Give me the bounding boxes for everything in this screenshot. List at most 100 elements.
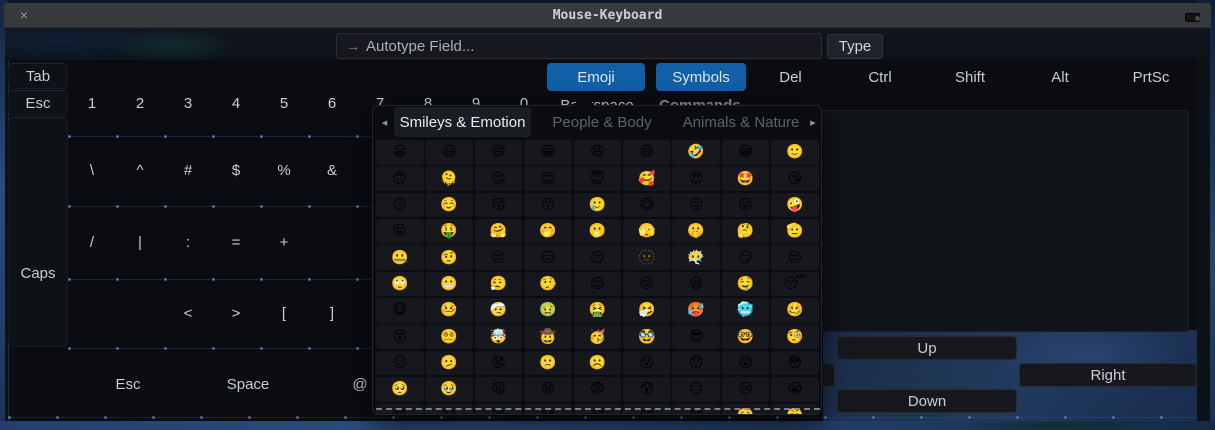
emoji-cell[interactable]: 🥲: [574, 193, 622, 218]
key-prtsc[interactable]: PrtSc: [1105, 63, 1197, 91]
emoji-cell[interactable]: 😑: [524, 245, 572, 270]
emoji-cell[interactable]: 😶: [574, 245, 622, 270]
emoji-cell[interactable]: 🤠: [524, 324, 572, 349]
emoji-cell[interactable]: 😳: [771, 351, 819, 376]
emoji-cell[interactable]: 🤐: [376, 245, 424, 270]
key-plus[interactable]: +: [260, 229, 308, 255]
emoji-cell[interactable]: 😲: [722, 351, 770, 376]
emoji-cell[interactable]: 🤢: [524, 298, 572, 323]
emoji-cell[interactable]: 🥶: [722, 298, 770, 323]
key-hash[interactable]: #: [164, 157, 212, 183]
tab-smileys-emotion[interactable]: Smileys & Emotion: [394, 107, 531, 137]
emoji-cell[interactable]: 🥸: [623, 324, 671, 349]
emoji-cell[interactable]: 😭: [771, 377, 819, 402]
emoji-cell[interactable]: 🤨: [425, 245, 473, 270]
emoji-cell[interactable]: 🤒: [425, 298, 473, 323]
emoji-cell[interactable]: 😶‍🌫️: [672, 245, 720, 270]
emoji-cell[interactable]: 🤩: [722, 166, 770, 191]
tab-people-body[interactable]: People & Body: [533, 107, 671, 137]
emoji-cell[interactable]: 😋: [623, 193, 671, 218]
key-pipe[interactable]: |: [116, 229, 164, 255]
emoji-cell[interactable]: 😁: [524, 140, 572, 165]
emoji-cell[interactable]: 😟: [475, 351, 523, 376]
emoji-cell[interactable]: 😦: [475, 377, 523, 402]
key-ampersand[interactable]: &: [308, 157, 356, 183]
emoji-cell[interactable]: 😙: [524, 193, 572, 218]
emoji-cell[interactable]: 😥: [672, 377, 720, 402]
emoji-cell[interactable]: 😏: [722, 245, 770, 270]
emoji-cell[interactable]: 😜: [722, 193, 770, 218]
emoji-cell[interactable]: 😉: [475, 166, 523, 191]
emoji-cell[interactable]: 😷: [376, 298, 424, 323]
emoji-cell[interactable]: 😪: [672, 272, 720, 297]
emoji-cell[interactable]: 😰: [623, 377, 671, 402]
emoji-cell[interactable]: 🥺: [376, 377, 424, 402]
emoji-cell[interactable]: 😵‍💫: [425, 324, 473, 349]
emoji-cell[interactable]: 🙁: [524, 351, 572, 376]
emoji-cell[interactable]: 😔: [623, 272, 671, 297]
key-backslash[interactable]: \: [68, 157, 116, 183]
up-button[interactable]: Up: [837, 336, 1017, 360]
emoji-cell[interactable]: 😇: [574, 166, 622, 191]
key-shift[interactable]: Shift: [925, 63, 1015, 91]
emoji-cell[interactable]: 🤪: [771, 193, 819, 218]
emoji-cell[interactable]: 😴: [771, 272, 819, 297]
emoji-cell[interactable]: 😅: [623, 140, 671, 165]
emoji-cell[interactable]: 🧐: [771, 324, 819, 349]
key-2[interactable]: 2: [116, 90, 164, 116]
key-less-than[interactable]: <: [164, 300, 212, 326]
emoji-cell[interactable]: 🙂: [771, 140, 819, 165]
emoji-tabs-prev-icon[interactable]: ◂: [377, 109, 392, 135]
emoji-cell[interactable]: 😎: [672, 324, 720, 349]
key-colon[interactable]: :: [164, 229, 212, 255]
emoji-cell[interactable]: 🫢: [574, 219, 622, 244]
emoji-cell[interactable]: 😘: [771, 166, 819, 191]
emoji-cell[interactable]: 🤣: [672, 140, 720, 165]
emoji-cell[interactable]: 🤫: [672, 219, 720, 244]
right-button[interactable]: Right: [1019, 363, 1197, 387]
emoji-cell[interactable]: 😢: [722, 377, 770, 402]
emoji-cell[interactable]: 🤗: [475, 219, 523, 244]
emoji-cell[interactable]: 😆: [574, 140, 622, 165]
emoji-cell[interactable]: 😌: [574, 272, 622, 297]
key-greater-than[interactable]: >: [212, 300, 260, 326]
emoji-cell[interactable]: 🫠: [425, 166, 473, 191]
emoji-cell[interactable]: 😮‍💨: [475, 272, 523, 297]
emoji-cell[interactable]: 😗: [376, 193, 424, 218]
emoji-cell[interactable]: ☹️: [574, 351, 622, 376]
emoji-cell[interactable]: 😂: [722, 140, 770, 165]
key-space[interactable]: Space: [188, 371, 308, 397]
key-5[interactable]: 5: [260, 90, 308, 116]
emoji-cell[interactable]: 😃: [425, 140, 473, 165]
emoji-cell[interactable]: 🤑: [425, 219, 473, 244]
emoji-tabs-next-icon[interactable]: ▸: [806, 109, 820, 135]
titlebar[interactable]: × Mouse-Keyboard: [4, 3, 1211, 28]
emoji-cell[interactable]: 🤕: [475, 298, 523, 323]
key-1[interactable]: 1: [68, 90, 116, 116]
emoji-cell[interactable]: 🤤: [722, 272, 770, 297]
key-tab[interactable]: Tab: [8, 63, 68, 89]
key-equals[interactable]: =: [212, 229, 260, 255]
emoji-cell[interactable]: 🥳: [574, 324, 622, 349]
emoji-cell[interactable]: 😛: [672, 193, 720, 218]
emoji-button[interactable]: Emoji: [547, 63, 645, 91]
emoji-cell[interactable]: 😮: [623, 351, 671, 376]
emoji-cell[interactable]: 🤯: [475, 324, 523, 349]
emoji-cell[interactable]: 😐: [475, 245, 523, 270]
emoji-cell[interactable]: 🥰: [623, 166, 671, 191]
emoji-cell[interactable]: 🥴: [771, 298, 819, 323]
emoji-cell[interactable]: 😨: [574, 377, 622, 402]
emoji-cell[interactable]: 🥹: [425, 377, 473, 402]
emoji-cell[interactable]: 😵: [376, 324, 424, 349]
emoji-cell[interactable]: 🤧: [623, 298, 671, 323]
down-button[interactable]: Down: [837, 389, 1017, 413]
key-left-bracket[interactable]: [: [260, 300, 308, 326]
key-slash[interactable]: /: [68, 229, 116, 255]
autotype-input[interactable]: [364, 35, 804, 57]
emoji-cell[interactable]: 🙃: [376, 166, 424, 191]
emoji-cell[interactable]: 🤥: [524, 272, 572, 297]
key-percent[interactable]: %: [260, 157, 308, 183]
emoji-cell[interactable]: 🤓: [722, 324, 770, 349]
emoji-cell[interactable]: 🫥: [623, 245, 671, 270]
emoji-cell[interactable]: 😒: [771, 245, 819, 270]
